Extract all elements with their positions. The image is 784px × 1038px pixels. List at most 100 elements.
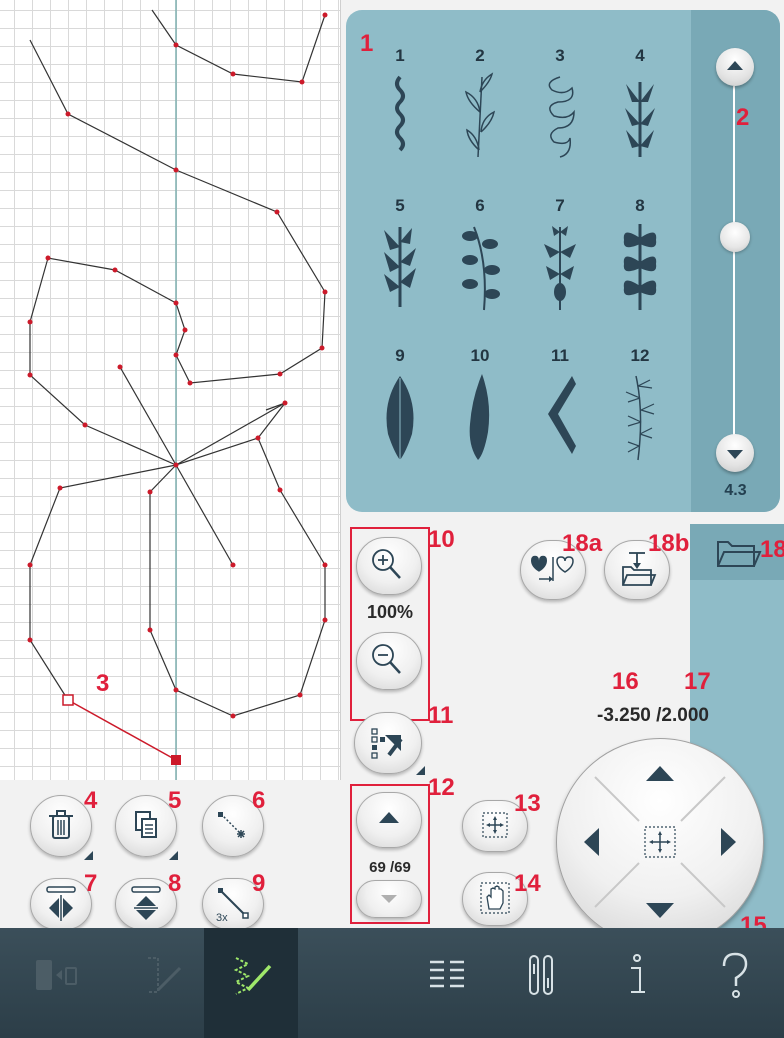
- stitch-number: 9: [395, 346, 405, 365]
- stitch-program-button[interactable]: [122, 928, 200, 1038]
- stitch-number: 7: [555, 196, 565, 215]
- callout-10: 10: [428, 526, 455, 553]
- callout-14: 14: [514, 870, 541, 897]
- stitch-number: 6: [475, 196, 485, 215]
- mirror-side-to-side-icon: [46, 886, 76, 921]
- previous-point-button[interactable]: [356, 792, 422, 848]
- selection-menu-button[interactable]: [408, 928, 486, 1038]
- stitch-item[interactable]: 8: [600, 196, 680, 336]
- stitch-program-icon: [148, 957, 182, 993]
- stitch-2-icon: [464, 72, 496, 158]
- scroll-down-button[interactable]: [716, 434, 754, 472]
- callout-3: 3: [96, 670, 110, 697]
- help-button[interactable]: [696, 928, 774, 1038]
- callout-7: 7: [84, 870, 98, 897]
- svg-text:3x: 3x: [216, 912, 228, 924]
- scroll-track[interactable]: [733, 86, 735, 438]
- callout-12: 12: [428, 774, 455, 801]
- callout-13: 13: [514, 790, 541, 817]
- move-down-arrow[interactable]: [646, 903, 674, 918]
- stitch-scrollbar[interactable]: 4.3: [691, 10, 780, 512]
- mirror-side-to-side-button[interactable]: [30, 878, 92, 930]
- stitch-number: 5: [395, 196, 405, 215]
- arrow-down-icon: [381, 895, 397, 903]
- stitch-6-icon: [462, 226, 500, 311]
- callout-9: 9: [252, 870, 266, 897]
- scroll-up-button[interactable]: [716, 48, 754, 86]
- stitch-1-icon: [395, 75, 405, 152]
- settings-button[interactable]: [502, 928, 580, 1038]
- stitch-item[interactable]: 5: [360, 196, 440, 336]
- scroll-value: 4.3: [724, 482, 747, 499]
- callout-1: 1: [360, 30, 374, 57]
- stitch-number: 12: [630, 346, 650, 365]
- stitch-item[interactable]: 12: [600, 346, 680, 486]
- stitch-creator-button[interactable]: [204, 928, 298, 1038]
- arrow-up-icon: [379, 812, 399, 823]
- info-button[interactable]: [598, 928, 676, 1038]
- stitch-grid: 1 2 3 4 5 6 7 8 9 10 11 12: [346, 10, 690, 512]
- stitch-4-icon: [625, 82, 655, 157]
- scroll-thumb[interactable]: [720, 222, 750, 252]
- stitch-item[interactable]: 11: [520, 346, 600, 486]
- mirror-end-to-end-icon: [131, 886, 161, 920]
- stitch-10-icon: [469, 374, 490, 460]
- stitch-12-icon: [625, 375, 655, 461]
- stitch-number: 4: [635, 46, 645, 65]
- stitch-5-icon: [384, 227, 416, 307]
- zoom-in-button[interactable]: [356, 537, 422, 595]
- callout-6: 6: [252, 787, 266, 814]
- stitch-3-icon: [548, 76, 575, 158]
- trash-icon: [49, 810, 73, 839]
- settings-icon: [529, 955, 553, 995]
- callout-8: 8: [168, 870, 182, 897]
- callout-16: 16: [612, 668, 639, 695]
- chevron-down-icon: [727, 450, 743, 459]
- stitch-8-icon: [623, 224, 657, 310]
- stitch-item[interactable]: 4: [600, 46, 680, 186]
- copy-icon: [135, 811, 157, 838]
- stitch-number: 3: [555, 46, 565, 65]
- position-wheel[interactable]: [556, 738, 764, 946]
- chevron-up-icon: [727, 61, 743, 70]
- stitch-11-icon: [548, 376, 576, 454]
- move-left-arrow[interactable]: [584, 828, 599, 856]
- callout-4: 4: [84, 787, 98, 814]
- stitch-drawing[interactable]: [0, 0, 340, 780]
- bottom-toolbar: [0, 928, 784, 1038]
- callout-5: 5: [168, 787, 182, 814]
- stitch-item[interactable]: 1: [360, 46, 440, 186]
- zoom-out-button[interactable]: [356, 632, 422, 690]
- next-point-button[interactable]: [356, 880, 422, 918]
- move-right-arrow[interactable]: [721, 828, 736, 856]
- jumbo-stitch-button[interactable]: [18, 928, 96, 1038]
- direction-pad[interactable]: [557, 739, 763, 945]
- select-points-icon: [371, 728, 403, 759]
- stitch-item[interactable]: 9: [360, 346, 440, 486]
- stitch-7-icon: [544, 226, 576, 310]
- stitch-item[interactable]: 3: [520, 46, 600, 186]
- select-points-button[interactable]: [354, 712, 425, 775]
- stitch-item[interactable]: 2: [440, 46, 520, 186]
- jumbo-stitch-icon: [36, 960, 77, 990]
- delete-button[interactable]: [30, 795, 93, 860]
- stitch-item[interactable]: 7: [520, 196, 600, 336]
- callout-18a: 18a: [562, 530, 603, 557]
- coordinate-readout: -3.250 /2.000: [597, 705, 709, 726]
- callout-2: 2: [736, 104, 750, 131]
- stitch-item[interactable]: 6: [440, 196, 520, 336]
- stitch-field[interactable]: [0, 0, 341, 780]
- stitch-menu-panel: 1 2 3 4 5 6 7 8 9 10 11 12 4.3: [346, 10, 780, 512]
- stitch-number: 10: [470, 346, 490, 365]
- stitch-9-icon: [386, 376, 414, 460]
- help-icon: [722, 952, 748, 998]
- stitch-creator-icon: [233, 957, 272, 995]
- callout-18: 18: [760, 536, 784, 563]
- selection-menu-icon: [430, 960, 464, 988]
- callout-17: 17: [684, 668, 711, 695]
- stitch-item[interactable]: 10: [440, 346, 520, 486]
- stitch-number: 2: [475, 46, 485, 65]
- callout-18b: 18b: [648, 530, 690, 557]
- move-up-arrow[interactable]: [646, 766, 674, 781]
- zoom-level: 100%: [366, 602, 414, 622]
